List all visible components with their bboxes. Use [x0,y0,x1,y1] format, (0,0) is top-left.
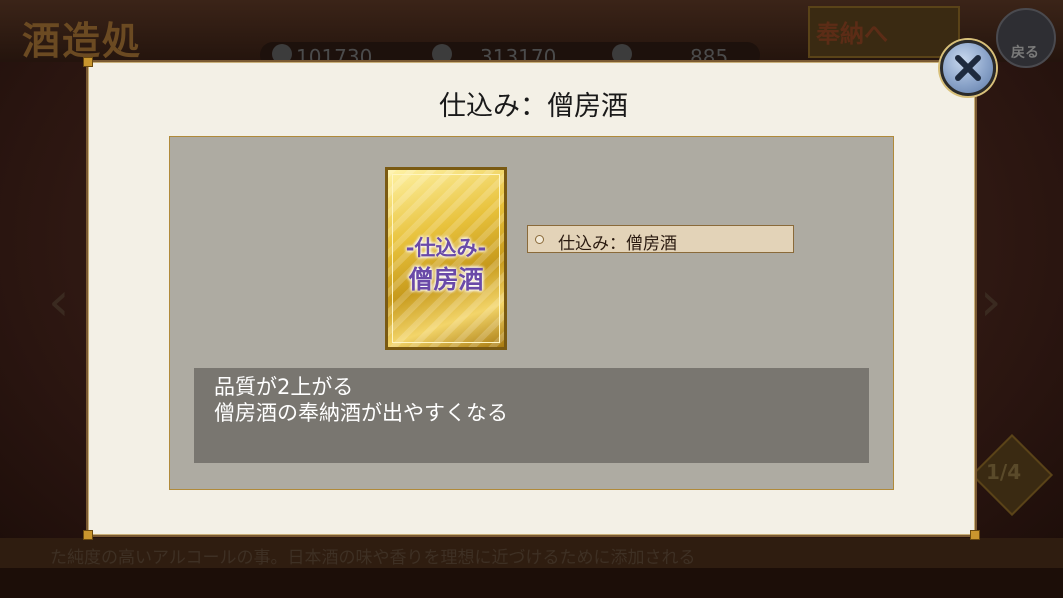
page-indicator: 1/4 [986,460,1022,484]
floor [0,568,1063,598]
card-label-line1: -仕込み- [405,236,487,260]
corner-ornament [83,57,93,67]
item-card: -仕込み- 僧房酒 [385,167,507,350]
close-button[interactable] [940,40,996,96]
footer-text: た純度の高いアルコールの事。日本酒の味や香りを理想に近づけるために添加される [50,548,696,568]
item-name: 仕込み：僧房酒 [558,234,677,254]
description-box: 品質が2上がる 僧房酒の奉納酒が出やすくなる [194,368,869,463]
card-label-line2: 僧房酒 [408,265,484,294]
prev-arrow-icon[interactable]: ‹ [48,270,70,333]
bullet-icon [535,235,544,244]
modal-title: 仕込み：僧房酒 [439,91,628,122]
description-line: 品質が2上がる [214,375,354,399]
offer-button-label: 奉納へ [816,19,888,48]
next-arrow-icon[interactable]: › [980,270,1002,333]
description-line: 僧房酒の奉納酒が出やすくなる [214,401,508,425]
close-x-icon [955,55,981,81]
corner-ornament [970,530,980,540]
back-button-label: 戻る [1011,45,1039,61]
corner-ornament [83,530,93,540]
screen-title: 酒造処 [22,18,143,63]
item-name-tag: 仕込み：僧房酒 [527,225,794,254]
